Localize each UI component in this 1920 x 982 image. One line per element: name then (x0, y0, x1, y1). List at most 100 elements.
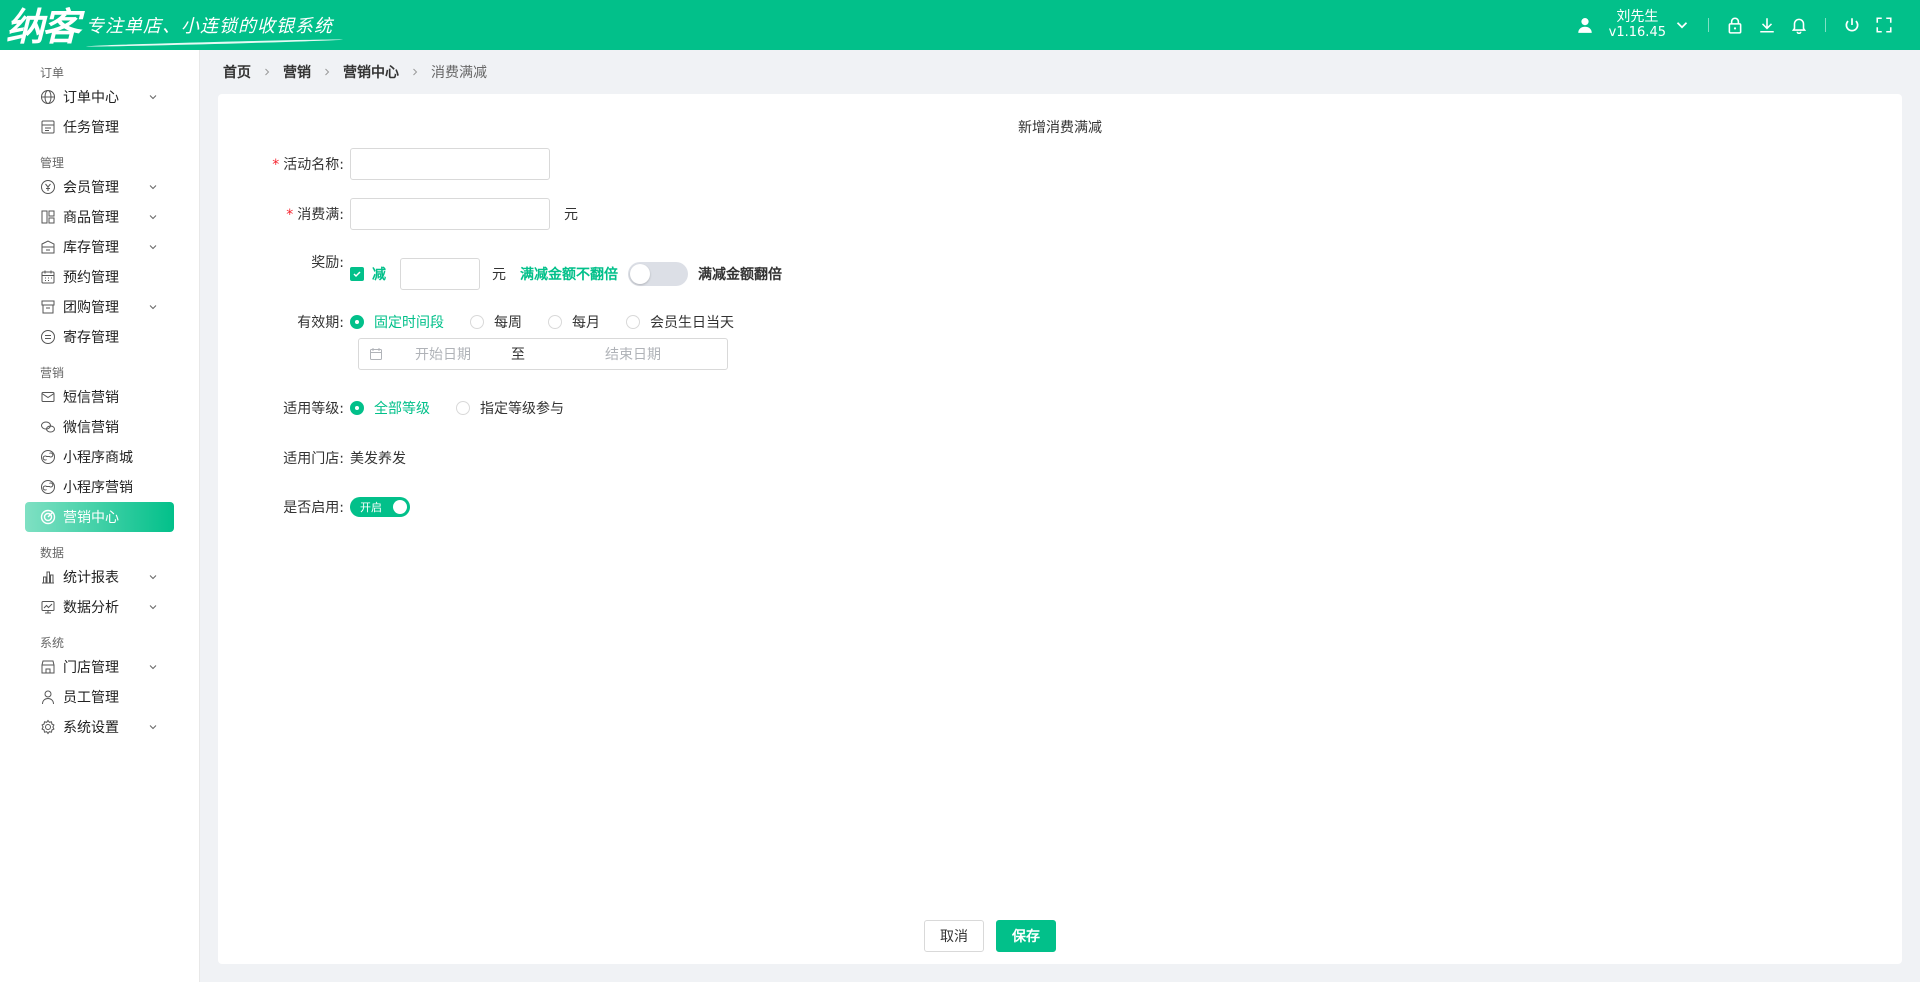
sidebar-item-wechat[interactable]: 微信营销 (25, 412, 174, 442)
store-icon (40, 659, 56, 675)
row-enabled: 是否启用: 开启 (218, 497, 410, 517)
mail-icon (40, 389, 56, 405)
chevron-down-icon (149, 305, 157, 310)
inventory-icon (40, 239, 56, 255)
sidebar-item-goods[interactable]: 商品管理 (25, 202, 174, 232)
power-icon[interactable] (1841, 14, 1863, 36)
lock-icon[interactable] (1724, 14, 1746, 36)
sidebar-item-groupbuy[interactable]: 团购管理 (25, 292, 174, 322)
row-spend-threshold: * 消费满: 元 (218, 198, 578, 230)
chevron-right-icon (409, 66, 421, 78)
row-validity: 有效期: 固定时间段 每周 每月 会员生日当天 (218, 312, 760, 332)
target-icon (40, 509, 56, 525)
bar-chart-icon (40, 569, 56, 585)
wechat-icon (40, 419, 56, 435)
double-reward-toggle[interactable] (628, 262, 688, 286)
goods-icon (40, 209, 56, 225)
chevron-down-icon (149, 215, 157, 220)
breadcrumb-current: 消费满减 (431, 65, 487, 81)
level-radio-group: 全部等级 指定等级参与 (350, 398, 590, 418)
activity-name-input[interactable] (350, 148, 550, 180)
no-double-label: 满减金额不翻倍 (520, 267, 618, 283)
enabled-toggle[interactable]: 开启 (350, 497, 410, 517)
sidebar-item-label: 短信营销 (63, 390, 119, 406)
date-range-picker[interactable]: 开始日期 至 结束日期 (358, 338, 728, 370)
bell-icon[interactable] (1788, 14, 1810, 36)
chevron-down-icon (149, 575, 157, 580)
calendar-icon (369, 347, 383, 361)
sidebar-item-settings[interactable]: 系统设置 (25, 712, 174, 742)
breadcrumb-marketing[interactable]: 营销 (283, 62, 311, 82)
storage-icon (40, 329, 56, 345)
sidebar-item-miniapp-mall[interactable]: 小程序商城 (25, 442, 174, 472)
sidebar-item-order-center[interactable]: 订单中心 (25, 82, 174, 112)
calendar-icon (40, 269, 56, 285)
sidebar-item-marketing-center[interactable]: 营销中心 (25, 502, 174, 532)
sidebar-item-store[interactable]: 门店管理 (25, 652, 174, 682)
sidebar-item-label: 统计报表 (63, 570, 119, 586)
end-date-input[interactable]: 结束日期 (573, 344, 693, 364)
sidebar: 订单 订单中心 任务管理 管理 会员管理 商品管理 库存管理 预约管理 团购管理… (0, 50, 200, 982)
validity-label: 有效期: (297, 315, 344, 331)
reward-label: 奖励: (311, 255, 344, 271)
divider (1708, 18, 1709, 32)
sidebar-group-title: 订单 (40, 66, 65, 80)
store-label: 适用门店: (283, 451, 344, 467)
save-button[interactable]: 保存 (996, 920, 1056, 952)
user-icon (1574, 14, 1596, 36)
chevron-down-icon (149, 95, 157, 100)
chevron-down-icon (149, 725, 157, 730)
sidebar-item-label: 订单中心 (63, 90, 119, 106)
radio-all-levels[interactable]: 全部等级 (350, 398, 430, 418)
divider (1825, 18, 1826, 32)
reduce-checkbox-label: 减 (372, 267, 386, 283)
groupbuy-icon (40, 299, 56, 315)
sidebar-item-analysis[interactable]: 数据分析 (25, 592, 174, 622)
radio-birthday[interactable]: 会员生日当天 (626, 312, 734, 332)
sidebar-item-staff[interactable]: 员工管理 (25, 682, 174, 712)
chevron-down-icon (149, 185, 157, 190)
chevron-right-icon (261, 66, 273, 78)
row-level: 适用等级: 全部等级 指定等级参与 (218, 398, 590, 418)
monitor-icon (40, 599, 56, 615)
sidebar-item-appointment[interactable]: 预约管理 (25, 262, 174, 292)
sidebar-item-task[interactable]: 任务管理 (25, 112, 174, 142)
user-name: 刘先生 (1616, 9, 1659, 25)
sidebar-item-reports[interactable]: 统计报表 (25, 562, 174, 592)
start-date-input[interactable]: 开始日期 (383, 344, 503, 364)
sidebar-item-label: 任务管理 (63, 120, 119, 136)
miniapp-icon (40, 449, 56, 465)
logo-slogan: 专注单店、小连锁的收银系统 (86, 12, 333, 50)
reward-amount-input[interactable] (400, 258, 480, 290)
download-icon[interactable] (1756, 14, 1778, 36)
sidebar-item-miniapp-marketing[interactable]: 小程序营销 (25, 472, 174, 502)
spend-threshold-input[interactable] (350, 198, 550, 230)
member-icon (40, 179, 56, 195)
miniapp-icon (40, 479, 56, 495)
sidebar-item-sms[interactable]: 短信营销 (25, 382, 174, 412)
sidebar-item-label: 寄存管理 (63, 330, 119, 346)
sidebar-item-label: 小程序商城 (63, 450, 133, 466)
breadcrumb: 首页 营销 营销中心 消费满减 (223, 62, 487, 82)
sidebar-item-inventory[interactable]: 库存管理 (25, 232, 174, 262)
radio-fixed-period[interactable]: 固定时间段 (350, 312, 444, 332)
enabled-label: 是否启用: (283, 500, 344, 516)
fullscreen-icon[interactable] (1873, 14, 1895, 36)
user-icon (40, 689, 56, 705)
breadcrumb-marketing-center[interactable]: 营销中心 (343, 62, 399, 82)
app-version: v1.16.45 (1608, 25, 1666, 40)
radio-monthly[interactable]: 每月 (548, 312, 600, 332)
header-actions: 刘先生 v1.16.45 (1569, 0, 1920, 50)
radio-specific-levels[interactable]: 指定等级参与 (456, 398, 564, 418)
breadcrumb-home[interactable]: 首页 (223, 62, 251, 82)
reduce-checkbox[interactable] (350, 267, 364, 281)
user-menu[interactable]: 刘先生 v1.16.45 (1569, 9, 1698, 41)
sidebar-item-label: 团购管理 (63, 300, 119, 316)
chevron-down-icon (149, 665, 157, 670)
sidebar-item-label: 员工管理 (63, 690, 119, 706)
sidebar-item-storage[interactable]: 寄存管理 (25, 322, 174, 352)
row-store: 适用门店: 美发养发 (218, 448, 406, 468)
radio-weekly[interactable]: 每周 (470, 312, 522, 332)
cancel-button[interactable]: 取消 (924, 920, 984, 952)
sidebar-item-member[interactable]: 会员管理 (25, 172, 174, 202)
